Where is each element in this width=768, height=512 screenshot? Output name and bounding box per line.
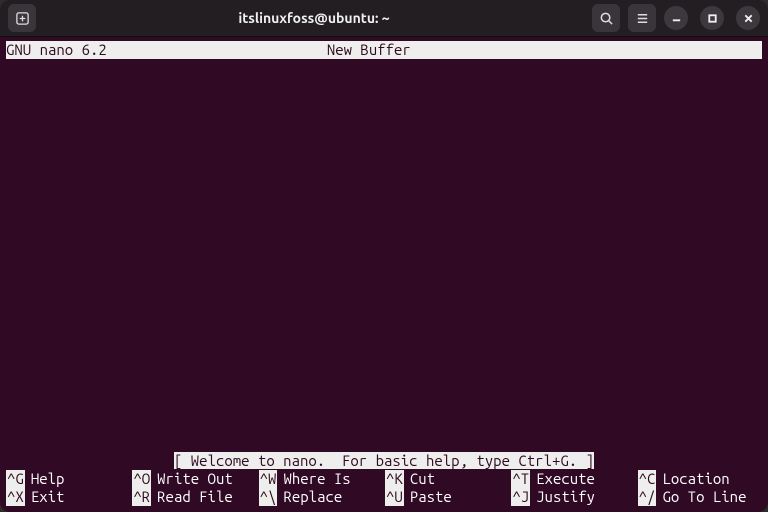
titlebar: itslinuxfoss@ubuntu: ~ (0, 0, 768, 36)
shortcut-justify: ^JJustify (511, 488, 635, 506)
shortcut-label: Help (25, 470, 65, 488)
window-title: itslinuxfoss@ubuntu: ~ (44, 10, 584, 26)
shortcut-gotoline: ^/Go To Line (638, 488, 762, 506)
shortcut-readfile: ^RRead File (132, 488, 256, 506)
terminal-window: itslinuxfoss@ubuntu: ~ GNU nano 6.2 New … (0, 0, 768, 512)
nano-version: GNU nano 6.2 (6, 41, 107, 59)
shortcut-key: ^C (638, 470, 657, 488)
nano-buffer-name: New Buffer (327, 41, 411, 59)
shortcut-key: ^J (511, 488, 530, 506)
shortcut-key: ^O (132, 470, 151, 488)
shortcut-key: ^W (259, 470, 278, 488)
maximize-icon (707, 13, 718, 24)
shortcut-paste: ^UPaste (385, 488, 509, 506)
shortcut-help: ^GHelp (6, 470, 130, 488)
status-message-line: [ Welcome to nano. For basic help, type … (6, 452, 762, 470)
close-button[interactable] (736, 6, 760, 30)
shortcut-label: Paste (404, 488, 452, 506)
minimize-icon (671, 13, 682, 24)
close-icon (743, 13, 754, 24)
shortcut-writeout: ^OWrite Out (132, 470, 256, 488)
shortcut-label: Go To Line (656, 488, 746, 506)
shortcut-key: ^K (385, 470, 404, 488)
shortcut-exit: ^XExit (6, 488, 130, 506)
shortcut-label: Location (656, 470, 729, 488)
menu-button[interactable] (628, 4, 656, 32)
shortcut-label: Execute (530, 470, 595, 488)
shortcut-label: Cut (404, 470, 435, 488)
nano-titlebar: GNU nano 6.2 New Buffer (6, 41, 762, 59)
terminal-area[interactable]: GNU nano 6.2 New Buffer [ Welcome to nan… (0, 36, 768, 512)
shortcut-label: Where Is (277, 470, 350, 488)
shortcut-key: ^G (6, 470, 25, 488)
new-tab-button[interactable] (8, 4, 36, 32)
shortcut-label: Replace (277, 488, 342, 506)
shortcut-label: Justify (530, 488, 595, 506)
shortcut-bar: ^GHelp ^OWrite Out ^WWhere Is ^KCut ^TEx… (6, 470, 762, 506)
shortcut-label: Read File (151, 488, 233, 506)
shortcut-key: ^R (132, 488, 151, 506)
shortcut-label: Write Out (151, 470, 233, 488)
hamburger-icon (635, 11, 650, 26)
status-message: [ Welcome to nano. For basic help, type … (174, 452, 594, 469)
shortcut-cut: ^KCut (385, 470, 509, 488)
shortcut-key: ^U (385, 488, 404, 506)
minimize-button[interactable] (664, 6, 688, 30)
window-controls (664, 6, 760, 30)
new-tab-icon (15, 11, 30, 26)
shortcut-label: Exit (25, 488, 65, 506)
shortcut-key: ^X (6, 488, 25, 506)
shortcut-location: ^CLocation (638, 470, 762, 488)
shortcut-key: ^\ (259, 488, 278, 506)
shortcut-key: ^T (511, 470, 530, 488)
shortcut-execute: ^TExecute (511, 470, 635, 488)
search-button[interactable] (592, 4, 620, 32)
shortcut-whereis: ^WWhere Is (259, 470, 383, 488)
shortcut-replace: ^\Replace (259, 488, 383, 506)
maximize-button[interactable] (700, 6, 724, 30)
editor-area[interactable] (6, 61, 762, 452)
search-icon (599, 11, 614, 26)
shortcut-key: ^/ (638, 488, 657, 506)
